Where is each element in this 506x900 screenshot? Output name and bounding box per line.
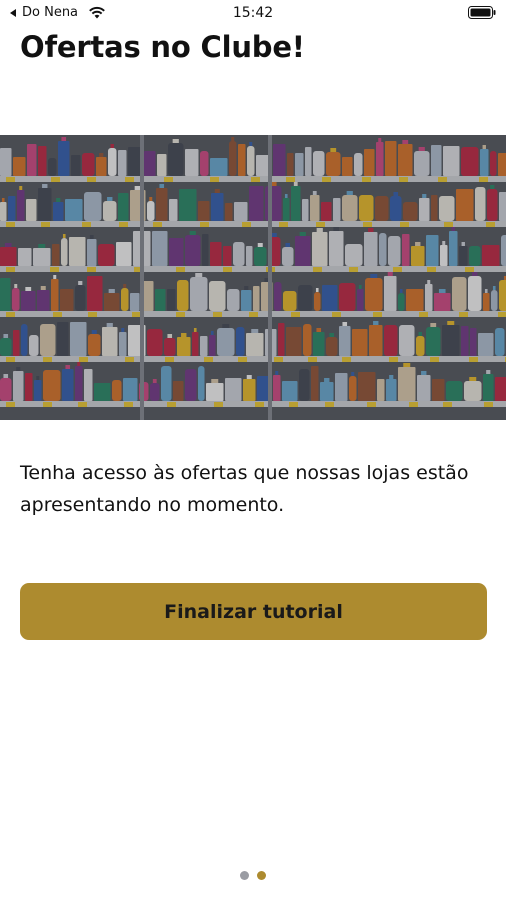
hero-image xyxy=(0,135,506,420)
status-bar: Do Nena 15:42 xyxy=(0,0,506,26)
battery-icon xyxy=(468,6,496,19)
page-dot[interactable] xyxy=(240,871,249,880)
tutorial-description: Tenha acesso às ofertas que nossas lojas… xyxy=(20,462,469,516)
page-dot-active[interactable] xyxy=(257,871,266,880)
status-time: 15:42 xyxy=(232,5,274,21)
hero-overlay xyxy=(0,135,506,420)
finish-tutorial-button[interactable]: Finalizar tutorial xyxy=(20,583,487,640)
page-indicator xyxy=(0,871,506,880)
page-title: Ofertas no Clube! xyxy=(20,30,305,64)
